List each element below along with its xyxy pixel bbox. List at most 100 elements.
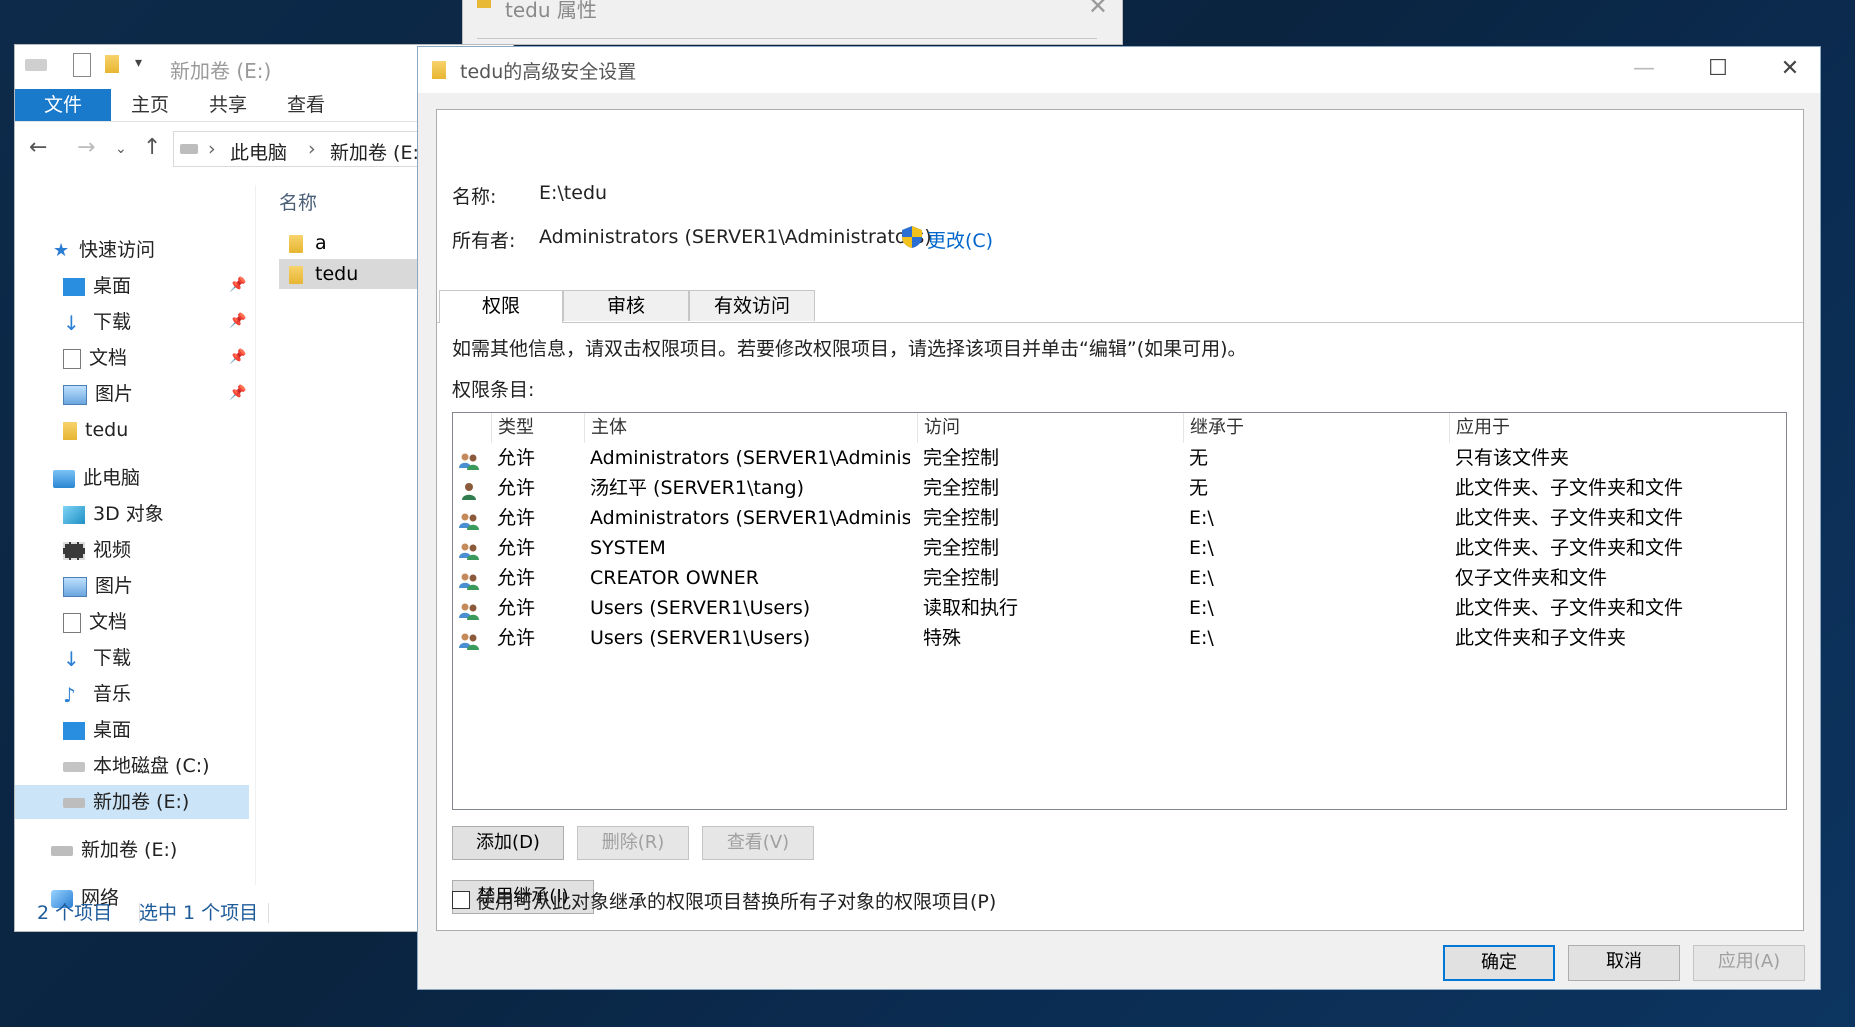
- permission-row[interactable]: 允许 Users (SERVER1\Users) 特殊 E:\ 此文件夹和子文件夹: [453, 623, 1786, 653]
- close-icon[interactable]: ✕: [1088, 0, 1108, 20]
- cube-icon: [63, 505, 85, 524]
- cell-access: 特殊: [923, 627, 962, 649]
- name-value: E:\tedu: [539, 182, 608, 204]
- nav-quick-pictures[interactable]: 图片: [63, 377, 133, 411]
- selection-count: 选中 1 个项目: [139, 902, 259, 924]
- ok-button[interactable]: 确定: [1443, 945, 1555, 981]
- change-owner-link[interactable]: 更改(C): [927, 226, 993, 253]
- folder-icon: [432, 61, 446, 79]
- forward-icon[interactable]: →: [77, 135, 95, 160]
- permission-row[interactable]: 允许 Administrators (SERVER1\Administr... 完全…: [453, 443, 1786, 473]
- properties-window-title: tedu 属性: [505, 0, 597, 22]
- tab-share[interactable]: 共享: [193, 89, 263, 121]
- apply-button[interactable]: 应用(A): [1693, 945, 1805, 981]
- nav-quick-access[interactable]: ★ 快速访问: [53, 233, 155, 267]
- cell-access: 完全控制: [923, 567, 1000, 589]
- nav-desktop[interactable]: 桌面: [63, 713, 131, 747]
- group-icon: [459, 449, 479, 470]
- permission-row[interactable]: 允许 CREATOR OWNER 完全控制 E:\ 仅子文件夹和文件: [453, 563, 1786, 593]
- tab-permissions[interactable]: 权限: [439, 290, 563, 323]
- breadcrumb-this-pc[interactable]: 此电脑: [230, 138, 287, 165]
- properties-window-background: tedu 属性 ✕: [462, 0, 1123, 45]
- nav-quick-documents[interactable]: 文档: [63, 341, 127, 375]
- cancel-button[interactable]: 取消: [1568, 945, 1680, 981]
- column-header-name[interactable]: 名称: [279, 188, 317, 215]
- cell-applies: 只有该文件夹: [1455, 447, 1570, 469]
- drive-icon: [63, 761, 85, 772]
- view-button[interactable]: 查看(V): [702, 826, 814, 860]
- cell-access: 完全控制: [923, 447, 1000, 469]
- tab-home[interactable]: 主页: [115, 89, 185, 121]
- nav-drive-e[interactable]: 新加卷 (E:): [51, 833, 177, 867]
- music-icon: ♪: [63, 682, 76, 707]
- drive-icon: [25, 59, 47, 71]
- pin-icon[interactable]: 📌: [229, 313, 246, 329]
- tab-effective-access[interactable]: 有效访问: [689, 290, 815, 321]
- group-icon: [459, 509, 479, 530]
- advanced-security-dialog: tedu的高级安全设置 — ☐ ✕ 名称: E:\tedu 所有者: Admin…: [417, 46, 1821, 990]
- new-folder-icon[interactable]: [105, 55, 119, 73]
- nav-quick-downloads[interactable]: ↓ 下载: [63, 305, 131, 339]
- name-label: 名称:: [452, 186, 497, 208]
- cell-inherited: E:\: [1189, 537, 1214, 559]
- pin-icon[interactable]: 📌: [229, 277, 246, 293]
- owner-value: Administrators (SERVER1\Administrators): [539, 226, 932, 248]
- nav-pictures[interactable]: 图片: [63, 569, 133, 603]
- cell-inherited: E:\: [1189, 507, 1214, 529]
- replace-child-permissions-checkbox[interactable]: [452, 891, 470, 909]
- group-icon: [459, 599, 479, 620]
- permission-row[interactable]: 允许 汤红平 (SERVER1\tang) 完全控制 无 此文件夹、子文件夹和文件: [453, 473, 1786, 503]
- nav-videos[interactable]: 视频: [63, 533, 131, 567]
- group-icon: [459, 539, 479, 560]
- folder-icon: [289, 265, 303, 284]
- column-header-applies-to[interactable]: 应用于: [1449, 413, 1786, 443]
- cell-principal: Administrators (SERVER1\Administr...: [590, 447, 910, 469]
- column-header-inherited-from[interactable]: 继承于: [1183, 413, 1449, 443]
- nav-music[interactable]: ♪ 音乐: [63, 677, 131, 711]
- info-text: 如需其他信息，请双击权限项目。若要修改权限项目，请选择该项目并单击“编辑”(如果…: [452, 338, 1247, 360]
- nav-quick-tedu[interactable]: tedu: [63, 413, 128, 447]
- breadcrumb-drive[interactable]: 新加卷 (E:): [330, 138, 426, 165]
- tab-file[interactable]: 文件: [15, 89, 111, 121]
- pin-icon[interactable]: 📌: [229, 349, 246, 365]
- nav-3d-objects[interactable]: 3D 对象: [63, 497, 164, 531]
- column-header-type[interactable]: 类型: [491, 413, 584, 443]
- add-button[interactable]: 添加(D): [452, 826, 564, 860]
- tab-auditing[interactable]: 审核: [563, 290, 689, 321]
- chevron-right-icon: ›: [308, 138, 316, 160]
- download-icon: ↓: [63, 310, 80, 335]
- nav-this-pc[interactable]: 此电脑: [53, 461, 140, 495]
- drive-icon: [63, 797, 85, 808]
- minimize-icon[interactable]: —: [1614, 51, 1674, 87]
- nav-local-disk-c[interactable]: 本地磁盘 (C:): [63, 749, 210, 783]
- pin-icon[interactable]: 📌: [229, 385, 246, 401]
- replace-child-permissions-label: 使用可从此对象继承的权限项目替换所有子对象的权限项目(P): [476, 891, 997, 913]
- chevron-right-icon: ›: [208, 138, 216, 160]
- cell-applies: 此文件夹、子文件夹和文件: [1455, 597, 1684, 619]
- column-header-access[interactable]: 访问: [917, 413, 1183, 443]
- dialog-title: tedu的高级安全设置: [460, 61, 637, 83]
- tab-view[interactable]: 查看: [271, 89, 341, 121]
- nav-drive-e-selected[interactable]: 新加卷 (E:): [15, 785, 249, 819]
- cell-inherited: E:\: [1189, 567, 1214, 589]
- close-icon[interactable]: ✕: [1760, 51, 1820, 87]
- up-icon[interactable]: ↑: [143, 135, 161, 160]
- nav-quick-desktop[interactable]: 桌面: [63, 269, 131, 303]
- cell-inherited: 无: [1189, 477, 1209, 499]
- column-header-principal[interactable]: 主体: [584, 413, 917, 443]
- permission-entries-list[interactable]: 类型 主体 访问 继承于 应用于 允许 Administrators (SERVE…: [452, 412, 1787, 810]
- remove-button[interactable]: 删除(R): [577, 826, 689, 860]
- chevron-down-icon[interactable]: ▾: [135, 55, 142, 71]
- document-icon: [63, 612, 81, 633]
- recent-chevron-icon[interactable]: ⌄: [115, 141, 127, 157]
- item-count: 2 个项目: [37, 902, 113, 924]
- permission-row[interactable]: 允许 Administrators (SERVER1\Administr... 完全…: [453, 503, 1786, 533]
- permission-row[interactable]: 允许 Users (SERVER1\Users) 读取和执行 E:\ 此文件夹、子文件夹…: [453, 593, 1786, 623]
- permission-row[interactable]: 允许 SYSTEM 完全控制 E:\ 此文件夹、子文件夹和文件: [453, 533, 1786, 563]
- nav-downloads[interactable]: ↓ 下载: [63, 641, 131, 675]
- properties-icon[interactable]: [73, 53, 91, 77]
- nav-documents[interactable]: 文档: [63, 605, 127, 639]
- back-icon[interactable]: ←: [29, 135, 47, 160]
- cell-type: 允许: [497, 627, 536, 649]
- maximize-icon[interactable]: ☐: [1688, 51, 1748, 87]
